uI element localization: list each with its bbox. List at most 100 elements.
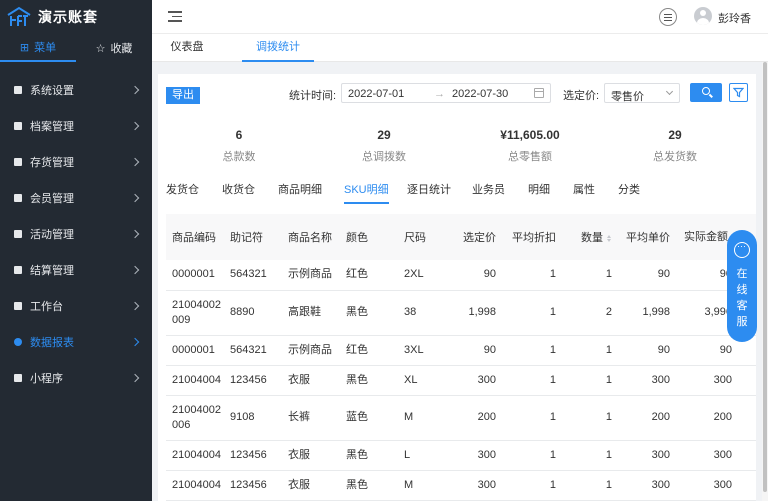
sidebar-item-workbench[interactable]: 工作台 xyxy=(0,288,152,324)
table-cell: 红色 xyxy=(340,335,398,366)
sidebar-item-settlement[interactable]: 结算管理 xyxy=(0,252,152,288)
table-cell: 黑色 xyxy=(340,290,398,336)
sidebar-item-archive[interactable]: 档案管理 xyxy=(0,108,152,144)
star-icon: ☆ xyxy=(95,42,106,55)
table-cell: 1 xyxy=(504,335,564,366)
table-cell: 示例商品 xyxy=(282,335,340,366)
table-cell: M xyxy=(398,470,456,501)
table-cell: 300 xyxy=(620,365,678,396)
chevron-right-icon xyxy=(130,121,140,131)
date-end[interactable]: 2022-07-30 xyxy=(452,88,508,100)
table-row[interactable]: 21004004 123456 衣服 黑色 M 300 1 1 300 300 xyxy=(166,470,756,501)
table-cell: 1 xyxy=(564,260,620,291)
price-select[interactable]: 零售价 xyxy=(604,83,680,103)
sidebar-tab-favorites[interactable]: ☆ 收藏 xyxy=(76,34,152,62)
chevron-right-icon xyxy=(130,85,140,95)
table-row[interactable]: 0000001 564321 示例商品 红色 2XL 90 1 1 90 90 xyxy=(166,260,756,291)
content-card: 导出 统计时间: 2022-07-01 → 2022-07-30 选定价: 零售… xyxy=(158,74,756,501)
table-cell: 21004002 009 xyxy=(166,290,224,336)
subtab-product-detail[interactable]: 商品明细 xyxy=(278,181,322,204)
search-icon xyxy=(702,87,710,95)
settlement-icon xyxy=(14,266,22,274)
table-cell: 黑色 xyxy=(340,365,398,396)
app-title: 演示账套 xyxy=(38,9,98,25)
activity-icon xyxy=(14,230,22,238)
table-cell: 90 xyxy=(620,335,678,366)
sidebar-item-reports[interactable]: 数据报表 xyxy=(0,324,152,360)
subtab-ship-warehouse[interactable]: 发货仓 xyxy=(166,181,199,204)
sidebar-item-members[interactable]: 会员管理 xyxy=(0,180,152,216)
member-icon xyxy=(14,194,22,202)
subtab-details[interactable]: 明细 xyxy=(528,181,550,204)
table-cell: 1 xyxy=(504,260,564,291)
vertical-scrollbar[interactable] xyxy=(762,62,768,501)
sidebar-tab-menu[interactable]: ⊞ 菜单 xyxy=(0,34,76,62)
table-cell: 90 xyxy=(456,260,504,291)
table-cell: 1 xyxy=(564,365,620,396)
subtab-attributes[interactable]: 属性 xyxy=(573,181,595,204)
search-button[interactable] xyxy=(690,83,722,102)
export-button[interactable]: 导出 xyxy=(166,87,200,104)
col-mnemonic: 助记符 xyxy=(230,232,263,244)
col-product-name: 商品名称 xyxy=(288,232,332,244)
table-cell: 高跟鞋 xyxy=(282,290,340,336)
sidebar-item-miniprogram[interactable]: 小程序 xyxy=(0,360,152,396)
time-label: 统计时间: xyxy=(289,90,337,102)
subtab-salesperson[interactable]: 业务员 xyxy=(472,181,505,204)
table-row[interactable]: 21004002 009 8890 高跟鞋 黑色 38 1,998 1 2 1,998 3,996 xyxy=(166,290,756,336)
chevron-right-icon xyxy=(130,373,140,383)
col-quantity[interactable]: 数量 xyxy=(564,214,620,260)
settings-icon xyxy=(14,86,22,94)
stat-total-styles: 6 总款数 xyxy=(222,128,256,163)
page-tabs: 仪表盘 调拨统计 xyxy=(152,34,768,62)
arrow-right-icon: → xyxy=(434,88,445,100)
sidebar-item-system-settings[interactable]: 系统设置 xyxy=(0,72,152,108)
table-cell: 21004002 006 xyxy=(166,395,224,441)
sort-icon[interactable] xyxy=(607,235,612,242)
table-row[interactable]: 21004004 123456 衣服 黑色 XL 300 1 1 300 300 xyxy=(166,365,756,396)
username[interactable]: 彭玲香 xyxy=(718,10,751,26)
summary-stats: 6 总款数 29 总调拨数 ¥11,605.00 总零售额 29 总发货数 xyxy=(158,128,756,168)
filter-button[interactable] xyxy=(729,83,748,102)
table-cell: 300 xyxy=(456,470,504,501)
table-row[interactable]: 0000001 564321 示例商品 红色 3XL 90 1 1 90 90 xyxy=(166,335,756,366)
table-cell: 长裤 xyxy=(282,395,340,441)
tab-transfer-stats[interactable]: 调拨统计 xyxy=(242,34,314,62)
date-start[interactable]: 2022-07-01 xyxy=(348,88,404,100)
collapse-menu-icon[interactable] xyxy=(168,11,182,22)
table-cell: 123456 xyxy=(224,440,282,471)
tab-dashboard[interactable]: 仪表盘 xyxy=(170,34,204,62)
logo: 演示账套 xyxy=(0,0,152,34)
table-cell: 1 xyxy=(504,440,564,471)
table-cell: 1 xyxy=(504,395,564,441)
sku-table: 商品编码 助记符 商品名称 颜色 尺码 选定价 平均折扣 数量 平均单价 实际金… xyxy=(166,214,756,501)
online-service-button[interactable]: 在线客服 xyxy=(727,230,757,342)
table-cell: 1 xyxy=(564,470,620,501)
date-range-picker[interactable]: 2022-07-01 → 2022-07-30 xyxy=(341,83,551,103)
subtab-daily-stats[interactable]: 逐日统计 xyxy=(407,181,451,204)
table-cell: XL xyxy=(398,365,456,396)
table-cell: 300 xyxy=(678,365,756,396)
subtab-categories[interactable]: 分类 xyxy=(618,181,640,204)
menu-circle-icon[interactable] xyxy=(659,8,677,26)
chevron-down-icon xyxy=(665,87,674,96)
table-cell: 300 xyxy=(456,440,504,471)
chevron-right-icon xyxy=(130,229,140,239)
table-row[interactable]: 21004004 123456 衣服 黑色 L 300 1 1 300 300 xyxy=(166,440,756,471)
table-cell: 0000001 xyxy=(166,260,224,291)
sidebar-item-inventory[interactable]: 存货管理 xyxy=(0,144,152,180)
col-color: 颜色 xyxy=(346,232,368,244)
table-cell: 1 xyxy=(564,440,620,471)
chevron-right-icon xyxy=(130,301,140,311)
subtab-sku-detail[interactable]: SKU明细 xyxy=(344,181,389,204)
stat-total-transfers: 29 总调拨数 xyxy=(362,128,406,163)
subtab-receive-warehouse[interactable]: 收货仓 xyxy=(222,181,255,204)
table-cell: 8890 xyxy=(224,290,282,336)
col-product-code: 商品编码 xyxy=(172,232,216,244)
sidebar-item-activities[interactable]: 活动管理 xyxy=(0,216,152,252)
table-row[interactable]: 21004002 006 9108 长裤 蓝色 M 200 1 1 200 200 xyxy=(166,395,756,441)
avatar[interactable] xyxy=(694,7,712,25)
calendar-icon[interactable] xyxy=(534,88,544,98)
table-cell: 200 xyxy=(456,395,504,441)
col-size: 尺码 xyxy=(404,232,426,244)
